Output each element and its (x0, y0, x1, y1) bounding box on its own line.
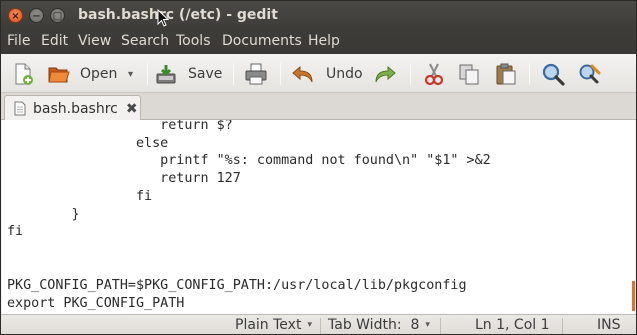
insert-mode-label: INS (597, 317, 621, 333)
cursor-position: Ln 1, Col 1 (475, 317, 550, 333)
toolbar: Open ▾ Save Undo (1, 54, 636, 93)
find-replace-button[interactable] (578, 60, 602, 88)
status-divider (440, 318, 441, 334)
cut-button[interactable] (422, 60, 446, 88)
text-editor[interactable]: return $? else printf "%s: command not f… (2, 120, 635, 314)
toolbar-separator (280, 63, 281, 85)
paste-button[interactable] (494, 60, 518, 88)
save-icon (156, 65, 176, 84)
language-selector[interactable]: Plain Text ▾ (235, 317, 312, 333)
tab-width-selector[interactable]: Tab Width: 8 ▾ (328, 317, 430, 333)
menu-edit[interactable]: Edit (41, 33, 68, 49)
undo-label: Undo (326, 66, 363, 82)
code-line: return $? (7, 120, 233, 133)
new-button[interactable] (11, 60, 35, 88)
code-line: else (7, 136, 169, 151)
insert-mode: INS (597, 317, 621, 333)
redo-button[interactable] (373, 60, 397, 88)
tab-width-label: Tab Width: 8 (328, 317, 420, 333)
status-bar: Plain Text ▾ Tab Width: 8 ▾ Ln 1, Col 1 … (1, 314, 636, 334)
copy-button[interactable] (457, 60, 481, 88)
menu-tools[interactable]: Tools (176, 33, 211, 49)
magnifier-icon (542, 63, 565, 86)
chevron-down-icon: ▾ (128, 68, 134, 80)
undo-arrow-icon (292, 65, 313, 83)
open-label: Open (80, 66, 118, 82)
open-recent-dropdown[interactable]: ▾ (128, 60, 133, 88)
status-divider (562, 318, 563, 334)
search-replace-icon (579, 64, 601, 84)
print-button[interactable] (244, 60, 268, 88)
save-label: Save (188, 66, 223, 82)
window-minimize-button[interactable]: − (29, 8, 44, 23)
redo-arrow-icon (375, 65, 396, 83)
cursor-position-label: Ln 1, Col 1 (475, 317, 550, 333)
toolbar-separator (410, 63, 411, 85)
window-close-button[interactable]: × (8, 8, 23, 23)
menu-search[interactable]: Search (121, 33, 169, 49)
menu-bar: File Edit View Search Tools Documents He… (1, 30, 636, 54)
toolbar-separator (233, 63, 234, 85)
chevron-down-icon: ▾ (307, 320, 312, 330)
scissors-icon (424, 63, 444, 86)
copy-icon (459, 64, 479, 85)
scrollbar-marker[interactable] (632, 281, 635, 311)
menu-file[interactable]: File (7, 33, 30, 49)
new-document-icon (15, 63, 33, 85)
code-line: fi (7, 224, 24, 239)
save-button[interactable]: Save (154, 60, 222, 88)
code-line: fi (7, 189, 153, 204)
code-line: PKG_CONFIG_PATH=$PKG_CONFIG_PATH:/usr/lo… (7, 278, 467, 293)
status-divider (320, 318, 321, 334)
toolbar-separator (147, 63, 148, 85)
code-line: return 127 (7, 171, 241, 186)
document-icon (14, 101, 26, 116)
undo-button[interactable]: Undo (291, 60, 363, 88)
print-icon (245, 63, 267, 85)
gedit-window: × − □ bash.bashrc (/etc) - gedit File Ed… (0, 0, 637, 335)
paste-icon (496, 63, 516, 85)
tab-close-icon[interactable]: ✖ (126, 101, 138, 117)
menu-documents[interactable]: Documents (222, 33, 302, 49)
window-maximize-button[interactable]: □ (50, 8, 65, 23)
title-bar[interactable]: × − □ bash.bashrc (/etc) - gedit (1, 1, 636, 30)
chevron-down-icon: ▾ (425, 320, 430, 330)
language-label: Plain Text (235, 317, 302, 333)
document-tab-bar: bash.bashrc ✖ (1, 93, 636, 121)
window-title: bash.bashrc (/etc) - gedit (78, 7, 278, 23)
code-line: printf "%s: command not found\n" "$1" >&… (7, 153, 491, 168)
tab-bash-bashrc[interactable]: bash.bashrc ✖ (4, 95, 141, 121)
menu-help[interactable]: Help (308, 33, 340, 49)
tab-label: bash.bashrc (33, 100, 118, 117)
code-line: export PKG_CONFIG_PATH (7, 296, 185, 311)
toolbar-separator (529, 63, 530, 85)
menu-view[interactable]: View (78, 33, 111, 49)
find-button[interactable] (541, 60, 565, 88)
folder-open-icon (48, 67, 70, 83)
open-button[interactable]: Open (47, 60, 117, 88)
code-line: } (7, 207, 80, 222)
